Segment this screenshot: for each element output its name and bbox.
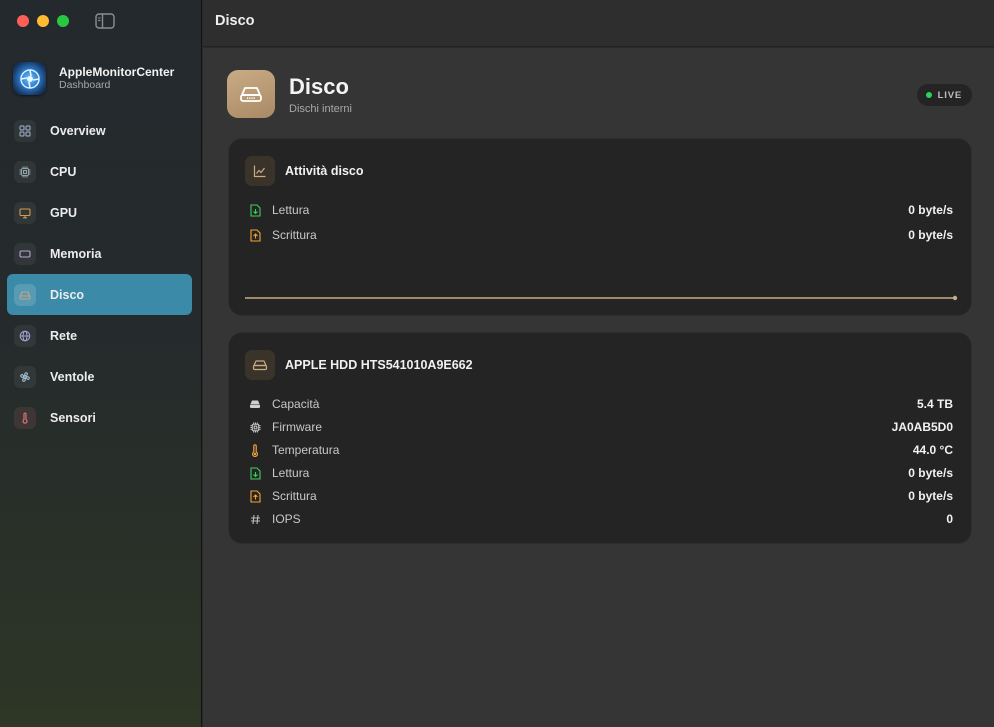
card-title: Attività disco	[285, 164, 364, 178]
zoom-window-button[interactable]	[57, 15, 69, 27]
app-title: AppleMonitorCenter	[59, 65, 175, 79]
write-row: Scrittura 0 byte/s	[248, 487, 953, 505]
row-label: Scrittura	[272, 489, 317, 503]
sidebar-item-sensori[interactable]: Sensori	[7, 397, 192, 438]
sidebar: AppleMonitorCenter Dashboard Overview CP…	[0, 0, 202, 727]
row-label: Temperatura	[272, 443, 340, 457]
sidebar-toggle-icon[interactable]	[95, 13, 115, 29]
fan-icon	[14, 365, 36, 388]
doc-in-icon	[248, 203, 262, 217]
sidebar-item-label: GPU	[50, 205, 78, 220]
live-label: LIVE	[937, 89, 962, 101]
firmware-row: Firmware JA0AB5D0	[248, 418, 953, 436]
row-value: 5.4 TB	[916, 397, 953, 411]
memory-icon	[14, 242, 36, 265]
sidebar-item-disco[interactable]: Disco	[7, 274, 192, 315]
window-controls	[17, 15, 69, 27]
drive-icon	[245, 350, 275, 380]
app-header: AppleMonitorCenter Dashboard	[13, 62, 174, 95]
temperature-row: Temperatura 44.0 °C	[248, 441, 953, 459]
disk-info-card: APPLE HDD HTS541010A9E662 Capacità 5.4 T…	[228, 332, 972, 544]
row-label: IOPS	[272, 512, 301, 526]
sidebar-nav: Overview CPU GPU Memoria Disco Rete Vent…	[7, 110, 192, 438]
sidebar-item-label: Sensori	[50, 410, 96, 425]
row-value: 44.0 °C	[912, 443, 953, 457]
thermometer-icon	[248, 443, 262, 457]
doc-out-icon	[248, 228, 262, 242]
row-label: Capacità	[272, 397, 320, 411]
page-header: Disco Dischi interni	[227, 70, 352, 118]
disk-model-title: APPLE HDD HTS541010A9E662	[285, 358, 473, 372]
sidebar-item-label: Overview	[50, 123, 106, 138]
read-row: Lettura 0 byte/s	[248, 201, 953, 219]
doc-out-icon	[248, 489, 262, 503]
drive-icon	[227, 70, 275, 118]
app-subtitle: Dashboard	[59, 79, 111, 91]
sidebar-item-cpu[interactable]: CPU	[7, 151, 192, 192]
disk-activity-card: Attività disco Lettura 0 byte/s Scrittur…	[228, 138, 972, 316]
sidebar-item-rete[interactable]: Rete	[7, 315, 192, 356]
row-value: 0 byte/s	[908, 489, 953, 503]
sidebar-item-label: Disco	[50, 287, 85, 302]
close-window-button[interactable]	[17, 15, 29, 27]
sidebar-item-gpu[interactable]: GPU	[7, 192, 192, 233]
toolbar: Disco	[203, 0, 994, 47]
page-title: Disco	[289, 73, 349, 99]
sidebar-item-overview[interactable]: Overview	[7, 110, 192, 151]
live-indicator-dot	[925, 92, 932, 98]
sidebar-item-label: Memoria	[50, 246, 102, 261]
live-badge: LIVE	[916, 84, 972, 106]
thermometer-icon	[14, 406, 36, 429]
capacity-row: Capacità 5.4 TB	[248, 395, 953, 413]
read-row: Lettura 0 byte/s	[248, 464, 953, 482]
sidebar-item-label: CPU	[50, 164, 77, 179]
sidebar-item-label: Ventole	[50, 369, 95, 384]
activity-sparkline	[245, 295, 958, 301]
sidebar-item-label: Rete	[50, 328, 78, 343]
row-value: JA0AB5D0	[891, 420, 953, 434]
sidebar-item-memoria[interactable]: Memoria	[7, 233, 192, 274]
row-label: Lettura	[272, 203, 310, 217]
row-label: Firmware	[272, 420, 322, 434]
hash-icon	[248, 512, 262, 526]
minimize-window-button[interactable]	[37, 15, 49, 27]
write-row: Scrittura 0 byte/s	[248, 226, 953, 244]
chart-line-icon	[245, 156, 275, 186]
app-logo-icon	[13, 62, 46, 95]
row-value: 0 byte/s	[908, 466, 953, 480]
page-subtitle: Dischi interni	[289, 102, 352, 115]
row-value: 0	[946, 512, 953, 526]
row-label: Lettura	[272, 466, 310, 480]
row-value: 0 byte/s	[908, 228, 953, 242]
row-label: Scrittura	[272, 228, 317, 242]
grid-icon	[14, 119, 36, 142]
chip-icon	[248, 420, 262, 434]
doc-in-icon	[248, 466, 262, 480]
main-content: Disco Dischi interni LIVE Attività disco…	[203, 48, 994, 727]
activity-endpoint	[952, 295, 958, 301]
row-value: 0 byte/s	[908, 203, 953, 217]
drive-icon	[248, 397, 262, 411]
monitor-icon	[14, 201, 36, 224]
sidebar-item-ventole[interactable]: Ventole	[7, 356, 192, 397]
globe-icon	[14, 324, 36, 347]
iops-row: IOPS 0	[248, 510, 953, 528]
cpu-icon	[14, 160, 36, 183]
drive-icon	[14, 283, 36, 306]
window-title: Disco	[215, 13, 255, 29]
